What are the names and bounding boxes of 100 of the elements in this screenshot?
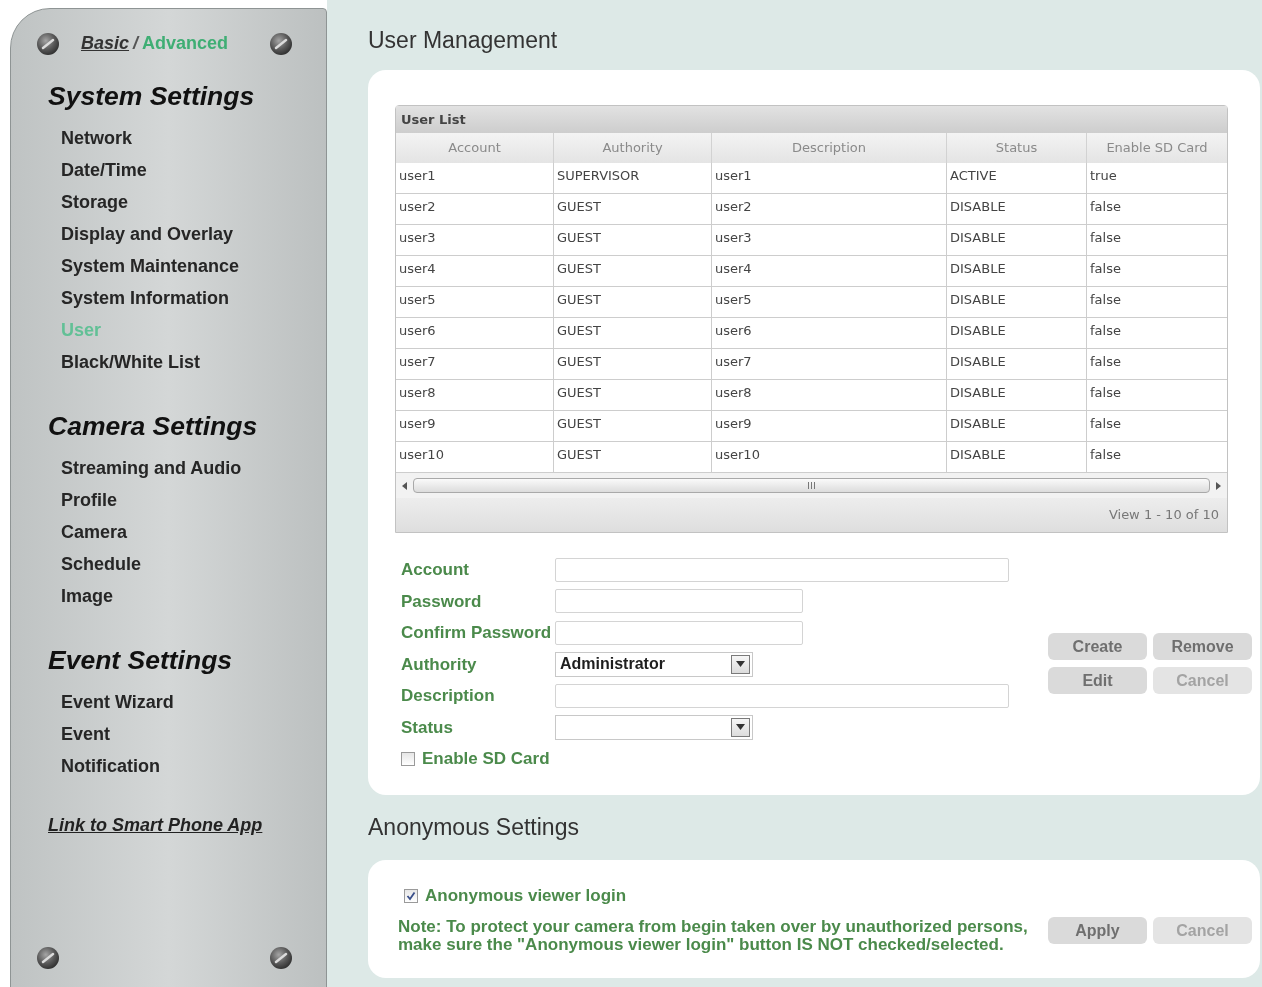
table-cell: GUEST <box>554 256 712 287</box>
text-input[interactable] <box>555 683 1009 708</box>
table-cell: false <box>1087 380 1227 411</box>
dropdown-caret-icon <box>731 717 750 737</box>
button[interactable]: Edit <box>1048 667 1147 694</box>
nav-item[interactable]: Image <box>61 580 114 612</box>
nav-item[interactable]: Black/White List <box>61 346 201 378</box>
table-cell: user7 <box>396 349 554 380</box>
checkbox-label: Anonymous viewer login <box>425 885 627 908</box>
horizontal-scrollbar[interactable] <box>396 473 1227 498</box>
table-cell: GUEST <box>554 194 712 225</box>
table-cell: user1 <box>396 163 554 194</box>
table-cell: user1 <box>712 163 947 194</box>
select-dropdown[interactable]: Administrator <box>555 651 753 677</box>
table-cell: DISABLE <box>947 256 1087 287</box>
table-cell: ACTIVE <box>947 163 1087 194</box>
field-label: Description <box>400 685 496 707</box>
table-cell: false <box>1087 225 1227 256</box>
table-cell: user2 <box>712 194 947 225</box>
section-title: Anonymous Settings <box>368 813 580 841</box>
table-cell: false <box>1087 349 1227 380</box>
section-heading: Event Settings <box>47 644 234 676</box>
section-heading: System Settings <box>47 80 256 112</box>
field-label: Authority <box>400 653 478 676</box>
button[interactable]: Apply <box>1048 917 1147 944</box>
separator-text: / <box>133 32 139 55</box>
table-cell: false <box>1087 287 1227 318</box>
table-cell: user3 <box>396 225 554 256</box>
table-cell: user9 <box>396 411 554 442</box>
smartphone-app-link[interactable]: Link to Smart Phone App <box>48 815 263 835</box>
table-cell: DISABLE <box>947 194 1087 225</box>
table-cell: GUEST <box>554 287 712 318</box>
table-cell: DISABLE <box>947 287 1087 318</box>
checkbox-label: Enable SD Card <box>422 748 550 770</box>
view-mode-link[interactable]: Basic <box>81 30 130 57</box>
nav-item[interactable]: Network <box>61 122 132 154</box>
table-cell: true <box>1087 163 1227 194</box>
table-cell: GUEST <box>554 380 712 411</box>
table-title: User List <box>396 106 1227 133</box>
table-cell: user3 <box>712 225 947 256</box>
section-heading: Camera Settings <box>47 410 259 442</box>
table-cell: SUPERVISOR <box>554 163 712 194</box>
screw-icon <box>37 32 59 55</box>
checkbox[interactable] <box>401 751 415 766</box>
nav-item[interactable]: Profile <box>61 484 117 516</box>
table-cell: user6 <box>712 318 947 349</box>
nav-item[interactable]: System Maintenance <box>61 250 240 282</box>
nav-item[interactable]: Camera <box>61 516 128 548</box>
table-cell: GUEST <box>554 318 712 349</box>
table-cell: user7 <box>712 349 947 380</box>
field-label: Confirm Password <box>400 622 553 644</box>
table-cell: user6 <box>396 318 554 349</box>
nav-item[interactable]: Event Wizard <box>61 686 174 718</box>
table-cell: user8 <box>396 380 554 411</box>
nav-item[interactable]: Notification <box>61 750 160 782</box>
nav-item[interactable]: Display and Overlay <box>61 218 234 250</box>
table-cell: false <box>1087 318 1227 349</box>
nav-item[interactable]: Event <box>61 718 111 750</box>
nav-item[interactable]: Storage <box>61 186 129 218</box>
screw-icon <box>270 32 292 55</box>
table-cell: user4 <box>396 256 554 287</box>
text-input[interactable] <box>555 557 1009 582</box>
grip-icon <box>808 482 815 489</box>
field-label: Password <box>400 590 483 613</box>
checkmark-icon <box>406 891 416 901</box>
nav-item[interactable]: Date/Time <box>61 154 147 186</box>
select-dropdown[interactable] <box>555 714 753 740</box>
nav-item[interactable]: Schedule <box>61 548 142 580</box>
note-text: Note: To protect your camera from begin taken over by unauthorized persons, make sure the "Anonymous viewer login" button IS NOT checked/selected. <box>398 918 1029 954</box>
table-cell: GUEST <box>554 225 712 256</box>
table-cell: GUEST <box>554 349 712 380</box>
table-cell: DISABLE <box>947 318 1087 349</box>
password-input[interactable] <box>555 589 803 614</box>
screw-icon <box>270 947 292 969</box>
nav-item[interactable]: Streaming and Audio <box>61 452 242 484</box>
field-label: Account <box>400 559 470 581</box>
password-input[interactable] <box>555 620 803 645</box>
table-cell: false <box>1087 411 1227 442</box>
table-cell: DISABLE <box>947 380 1087 411</box>
scroll-left-arrow-icon[interactable] <box>402 481 407 490</box>
scroll-right-arrow-icon[interactable] <box>1216 481 1221 490</box>
section-title: User Management <box>368 26 559 54</box>
table-cell: user8 <box>712 380 947 411</box>
table-cell: false <box>1087 256 1227 287</box>
table-cell: user5 <box>712 287 947 318</box>
table-cell: DISABLE <box>947 349 1087 380</box>
button[interactable]: Remove <box>1153 633 1252 660</box>
table-cell: user9 <box>712 411 947 442</box>
table-cell: GUEST <box>554 411 712 442</box>
dropdown-caret-icon <box>731 654 750 674</box>
checkbox[interactable] <box>404 889 418 903</box>
field-label: Status <box>400 716 454 739</box>
pager-text: View 1 - 10 of 10 <box>1108 506 1219 525</box>
table-cell: user4 <box>712 256 947 287</box>
table-cell: user5 <box>396 287 554 318</box>
table-cell: DISABLE <box>947 411 1087 442</box>
scrollbar-thumb[interactable] <box>413 478 1210 493</box>
table-cell: false <box>1087 194 1227 225</box>
button[interactable]: Create <box>1048 633 1147 660</box>
nav-item[interactable]: System Information <box>61 282 230 314</box>
